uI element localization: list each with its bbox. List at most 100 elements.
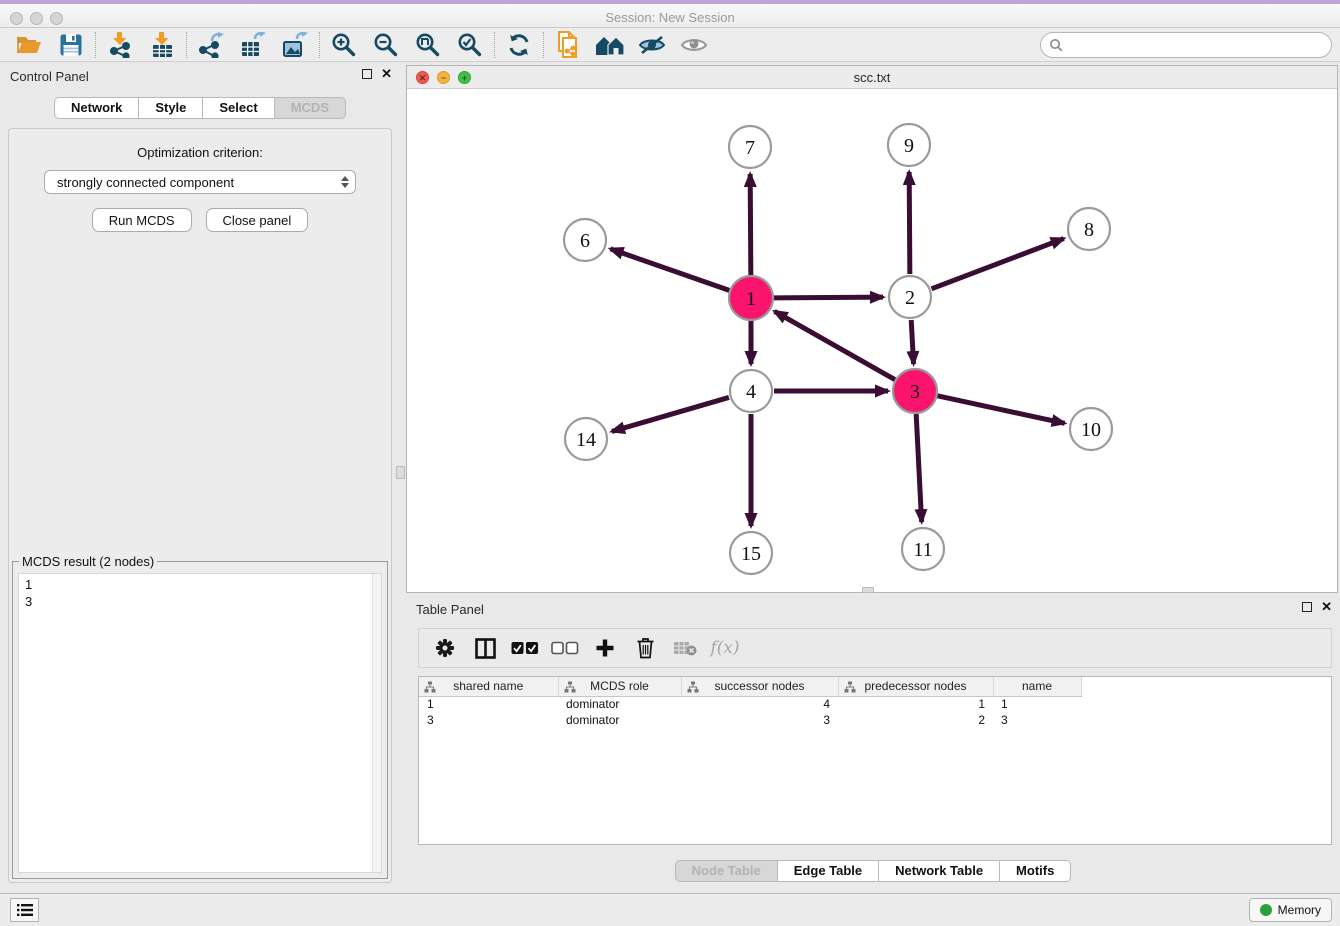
function-builder-button[interactable]: f(x) — [707, 632, 743, 664]
table-cell[interactable]: 1 — [993, 696, 1081, 712]
import-network-button[interactable] — [99, 30, 141, 60]
save-session-button[interactable] — [50, 30, 92, 60]
table-row[interactable]: 1dominator411 — [419, 696, 1081, 712]
svg-text:6: 6 — [580, 230, 590, 252]
svg-text:9: 9 — [904, 135, 914, 157]
deselect-all-rows-button[interactable] — [547, 632, 583, 664]
show-all-button[interactable] — [673, 30, 715, 60]
open-session-button[interactable] — [8, 30, 50, 60]
edge-1-2[interactable] — [774, 297, 883, 298]
close-panel-icon[interactable]: ✕ — [381, 69, 392, 79]
task-history-button[interactable] — [10, 898, 39, 922]
hide-selected-button[interactable] — [631, 30, 673, 60]
graph-node-1[interactable]: 1 — [729, 276, 773, 320]
first-neighbors-button[interactable] — [589, 30, 631, 60]
search-input[interactable] — [1063, 38, 1323, 52]
graph-node-7[interactable]: 7 — [729, 126, 771, 168]
column-header-predecessor-nodes[interactable]: predecessor nodes — [838, 677, 993, 696]
graph-node-11[interactable]: 11 — [902, 528, 944, 570]
table-cell[interactable]: 1 — [419, 696, 558, 712]
delete-column-button[interactable] — [627, 632, 663, 664]
network-graph: 7 9 6 8 1 2 4 3 14 10 15 11 — [407, 90, 1337, 593]
toolbar-separator — [494, 32, 495, 58]
horizontal-splitter-grip[interactable] — [862, 587, 874, 593]
delete-table-button[interactable] — [667, 632, 703, 664]
table-cell[interactable]: 2 — [838, 712, 993, 728]
tab-edge-table[interactable]: Edge Table — [778, 860, 879, 882]
column-header-name[interactable]: name — [993, 677, 1081, 696]
result-scrollbar[interactable] — [372, 574, 381, 872]
edge-1-7[interactable] — [750, 174, 751, 275]
import-table-button[interactable] — [141, 30, 183, 60]
edge-4-14[interactable] — [612, 397, 729, 431]
graph-node-2[interactable]: 2 — [889, 276, 931, 318]
run-mcds-button[interactable]: Run MCDS — [92, 208, 192, 232]
zoom-out-button[interactable] — [365, 30, 407, 60]
tab-motifs[interactable]: Motifs — [1000, 860, 1071, 882]
graph-node-3[interactable]: 3 — [893, 369, 937, 413]
edge-3-11[interactable] — [916, 414, 921, 522]
tab-network[interactable]: Network — [54, 97, 139, 119]
close-panel-icon[interactable]: ✕ — [1321, 602, 1332, 612]
float-panel-icon[interactable] — [362, 69, 372, 79]
control-panel-header: Control Panel ✕ — [0, 62, 400, 90]
table-cell[interactable]: 1 — [838, 696, 993, 712]
column-label: shared name — [453, 679, 523, 693]
edge-3-10[interactable] — [937, 396, 1064, 423]
graph-node-9[interactable]: 9 — [888, 124, 930, 166]
table-cell[interactable]: dominator — [558, 696, 681, 712]
graph-node-4[interactable]: 4 — [730, 370, 772, 412]
node-table[interactable]: shared name MCDS role successor nodes prede… — [418, 676, 1332, 845]
table-cell[interactable]: dominator — [558, 712, 681, 728]
zoom-in-icon — [331, 32, 357, 58]
edge-3-1[interactable] — [774, 311, 895, 379]
search-field[interactable] — [1040, 32, 1332, 58]
column-header-shared-name[interactable]: shared name — [419, 677, 558, 696]
table-cell[interactable]: 3 — [993, 712, 1081, 728]
plus-icon — [595, 638, 615, 658]
column-header-MCDS-role[interactable]: MCDS role — [558, 677, 681, 696]
graph-node-8[interactable]: 8 — [1068, 208, 1110, 250]
optimization-criterion-select[interactable]: strongly connected component — [44, 170, 356, 194]
table-settings-button[interactable] — [427, 632, 463, 664]
edge-2-3[interactable] — [911, 320, 913, 364]
clone-network-button[interactable] — [547, 30, 589, 60]
column-header-successor-nodes[interactable]: successor nodes — [681, 677, 838, 696]
network-canvas[interactable]: 7 9 6 8 1 2 4 3 14 10 15 11 — [407, 90, 1337, 592]
export-network-button[interactable] — [190, 30, 232, 60]
edge-2-8[interactable] — [932, 239, 1064, 289]
zoom-selected-button[interactable] — [449, 30, 491, 60]
select-all-rows-button[interactable] — [507, 632, 543, 664]
export-image-button[interactable] — [274, 30, 316, 60]
tab-select[interactable]: Select — [203, 97, 274, 119]
graph-node-6[interactable]: 6 — [564, 219, 606, 261]
edge-1-6[interactable] — [610, 249, 729, 291]
table-cell[interactable]: 4 — [681, 696, 838, 712]
table-row[interactable]: 3dominator323 — [419, 712, 1081, 728]
tab-mcds[interactable]: MCDS — [275, 97, 346, 119]
float-panel-icon[interactable] — [1302, 602, 1312, 612]
create-column-button[interactable] — [587, 632, 623, 664]
column-label: successor nodes — [714, 679, 804, 693]
task-list-icon — [17, 903, 33, 917]
memory-button[interactable]: Memory — [1249, 898, 1332, 922]
table-cell[interactable]: 3 — [681, 712, 838, 728]
zoom-fit-button[interactable] — [407, 30, 449, 60]
edge-2-9[interactable] — [909, 172, 910, 274]
mcds-result-box[interactable]: 13 — [18, 573, 382, 873]
mcds-result-fieldset: MCDS result (2 nodes) 13 — [12, 561, 388, 879]
tab-network-table[interactable]: Network Table — [879, 860, 1000, 882]
tab-style[interactable]: Style — [139, 97, 203, 119]
apply-layout-button[interactable] — [498, 30, 540, 60]
zoom-in-button[interactable] — [323, 30, 365, 60]
export-table-button[interactable] — [232, 30, 274, 60]
graph-node-15[interactable]: 15 — [730, 532, 772, 574]
mcds-result-line: 1 — [25, 576, 375, 593]
graph-node-14[interactable]: 14 — [565, 418, 607, 460]
table-cell[interactable]: 3 — [419, 712, 558, 728]
close-panel-button[interactable]: Close panel — [206, 208, 309, 232]
vertical-splitter-grip[interactable] — [396, 466, 405, 479]
graph-node-10[interactable]: 10 — [1070, 408, 1112, 450]
tab-node-table[interactable]: Node Table — [675, 860, 778, 882]
show-column-button[interactable] — [467, 632, 503, 664]
